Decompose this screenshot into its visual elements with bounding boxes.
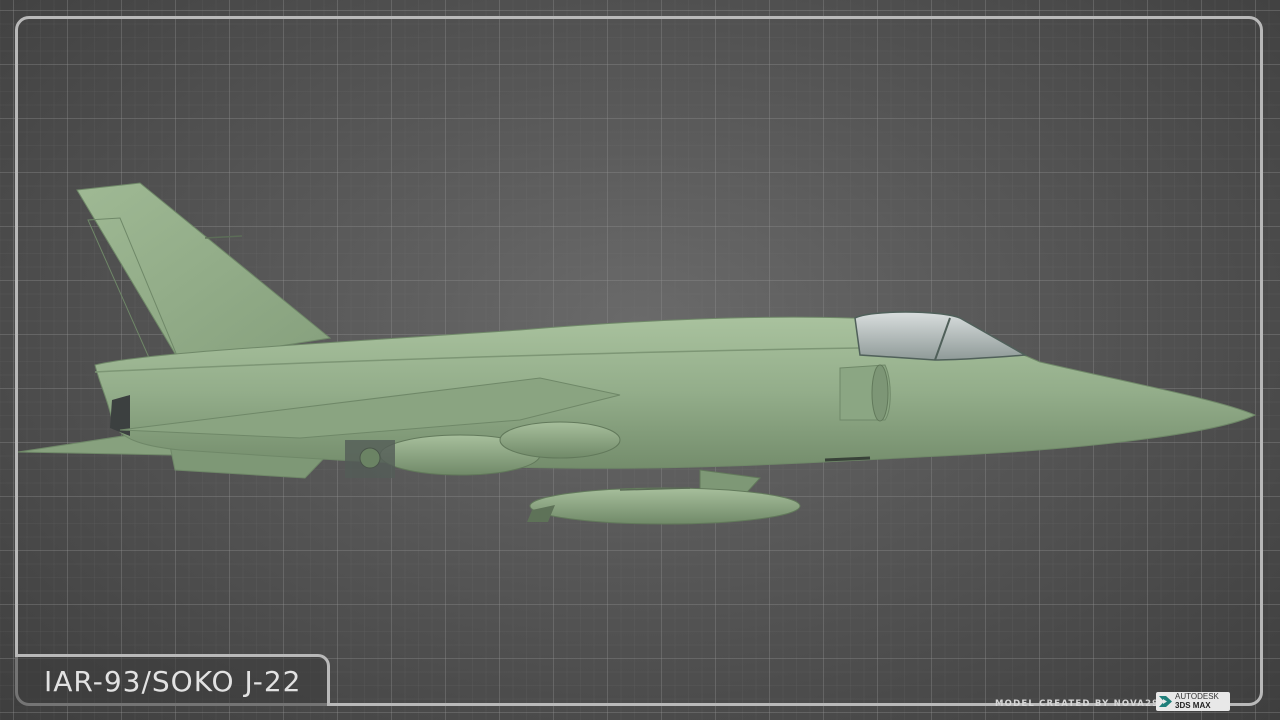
viewport-frame — [15, 16, 1263, 706]
model-credit: MODEL CREATED BY NOVA29R — [995, 699, 1168, 709]
aircraft-title: IAR-93/SOKO J-22 — [44, 665, 302, 698]
3ds-max-logo-icon — [1159, 696, 1172, 707]
badge-line-2: 3DS MAX — [1175, 701, 1211, 710]
badge-line-1: AUTODESK — [1175, 692, 1219, 701]
software-badge: AUTODESK 3DS MAX — [1156, 692, 1230, 711]
